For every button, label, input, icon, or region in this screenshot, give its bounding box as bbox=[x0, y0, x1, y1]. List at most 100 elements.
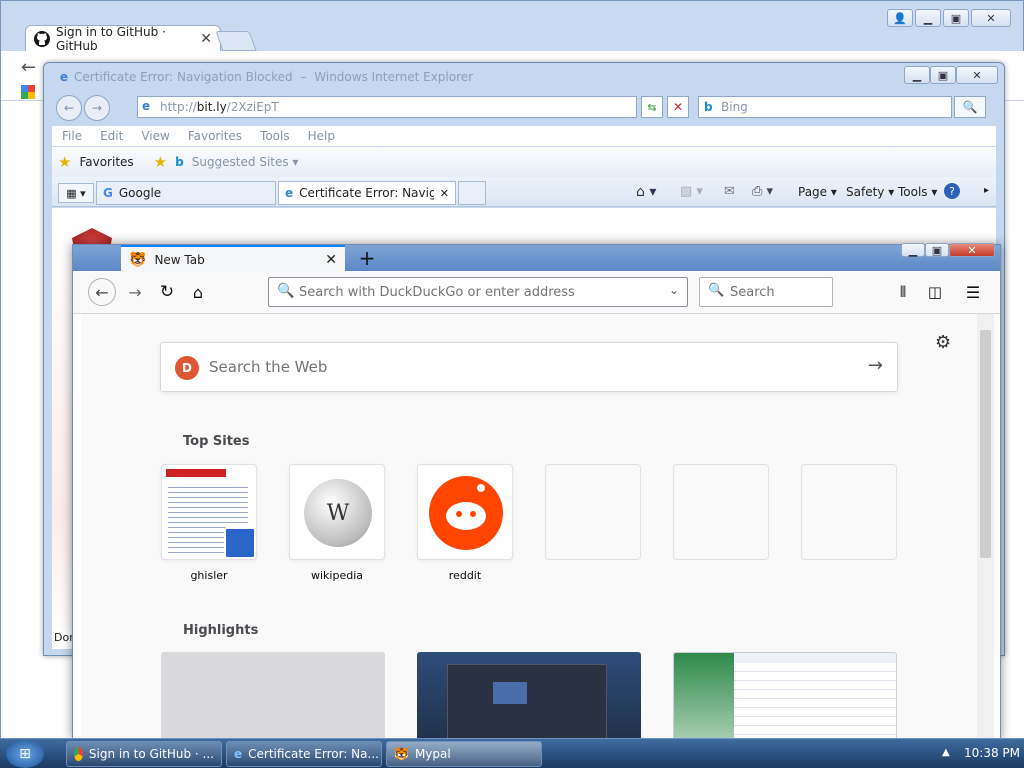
chrome-minimize-button[interactable]: ▁ bbox=[915, 9, 941, 27]
feeds-icon[interactable]: ▧ ▾ bbox=[680, 184, 703, 199]
ie-page-icon: e bbox=[142, 99, 151, 113]
sidebar-icon[interactable]: ◫ bbox=[923, 280, 947, 304]
menu-file[interactable]: File bbox=[62, 129, 82, 143]
top-site-ghisler[interactable] bbox=[161, 464, 257, 560]
ie-title: Certificate Error: Navigation Blocked bbox=[74, 70, 293, 84]
google-icon: G bbox=[103, 186, 113, 200]
chrome-tab-label: Sign in to GitHub · GitHub bbox=[56, 25, 166, 53]
apps-icon[interactable] bbox=[21, 85, 35, 99]
top-site-empty-3 bbox=[801, 464, 897, 560]
ie-search-box[interactable]: b Bing bbox=[698, 96, 952, 118]
reddit-icon bbox=[429, 476, 503, 550]
home-icon[interactable]: ⌂ ▾ bbox=[636, 184, 656, 200]
top-sites-heading: Top Sites bbox=[183, 434, 250, 449]
taskbar-item-mypal-label: Mypal bbox=[414, 747, 451, 761]
menu-edit[interactable]: Edit bbox=[100, 129, 123, 143]
start-button[interactable]: ⊞ bbox=[6, 740, 44, 768]
search-go-arrow-icon[interactable]: → bbox=[868, 355, 883, 376]
user-icon[interactable]: 👤 bbox=[887, 9, 913, 27]
ff-reload-button[interactable]: ↻ bbox=[153, 278, 181, 306]
chrome-back-icon[interactable]: ← bbox=[21, 57, 36, 78]
ie-close-button[interactable]: ✕ bbox=[956, 66, 998, 84]
chrome-maximize-button[interactable]: ▣ bbox=[943, 9, 969, 27]
ff-url-bar[interactable]: 🔍 Search with DuckDuckGo or enter addres… bbox=[268, 277, 688, 307]
menu-tools[interactable]: Tools bbox=[260, 129, 290, 143]
highlight-card-3[interactable] bbox=[673, 652, 897, 752]
menu-view[interactable]: View bbox=[141, 129, 169, 143]
chrome-tab-close-icon[interactable]: ✕ bbox=[200, 31, 212, 47]
top-site-reddit[interactable] bbox=[417, 464, 513, 560]
ie-refresh-icon[interactable]: ⇆ bbox=[641, 96, 663, 118]
page-menu[interactable]: Page ▾ bbox=[798, 185, 837, 199]
ie-address-main: bit.ly bbox=[196, 100, 227, 114]
ie-title-bar: Certificate Error: Navigation Blocked – … bbox=[74, 70, 474, 84]
safety-menu[interactable]: Safety ▾ bbox=[846, 185, 894, 199]
top-site-wikipedia[interactable]: W bbox=[289, 464, 385, 560]
menu-favorites[interactable]: Favorites bbox=[188, 129, 242, 143]
ff-back-button[interactable]: ← bbox=[88, 278, 116, 306]
ff-new-tab-button[interactable]: + bbox=[353, 245, 381, 271]
ie-back-button[interactable]: ← bbox=[56, 95, 82, 121]
chrome-new-tab-button[interactable] bbox=[215, 31, 257, 51]
ie-maximize-button[interactable]: ▣ bbox=[930, 66, 956, 84]
ie-menu-bar: File Edit View Favorites Tools Help bbox=[52, 126, 996, 146]
ff-url-placeholder: Search with DuckDuckGo or enter address bbox=[299, 284, 575, 300]
ff-search-placeholder: Search bbox=[730, 284, 775, 300]
url-dropdown-icon[interactable]: ⌄ bbox=[669, 283, 679, 297]
add-favorite-icon[interactable]: ★ bbox=[154, 153, 167, 171]
tools-menu[interactable]: Tools ▾ bbox=[898, 185, 937, 199]
ff-search-box[interactable]: 🔍 Search bbox=[699, 277, 833, 307]
ie-stop-icon[interactable]: ✕ bbox=[667, 96, 689, 118]
chrome-tab-github[interactable]: Sign in to GitHub · GitHub ✕ bbox=[25, 25, 221, 53]
ff-scrollbar[interactable] bbox=[977, 314, 994, 741]
bing-icon: b bbox=[704, 100, 713, 114]
top-site-reddit-label: reddit bbox=[448, 569, 482, 582]
ie-search-button[interactable]: 🔍 bbox=[954, 96, 986, 118]
ie-logo-icon: e bbox=[59, 70, 69, 84]
web-search-placeholder: Search the Web bbox=[209, 358, 328, 376]
ff-scroll-thumb[interactable] bbox=[980, 330, 991, 558]
chrome-close-button[interactable]: ✕ bbox=[971, 9, 1011, 27]
taskbar-item-mypal[interactable]: 🐯 Mypal bbox=[386, 741, 542, 767]
taskbar-item-github[interactable]: Sign in to GitHub · ... bbox=[66, 741, 222, 767]
chevron-right-icon[interactable]: ▸ bbox=[984, 185, 989, 196]
gear-icon[interactable]: ⚙ bbox=[935, 332, 951, 353]
ie-forward-button[interactable]: → bbox=[84, 95, 110, 121]
web-search-box[interactable]: D Search the Web → bbox=[160, 342, 898, 392]
suggested-sites-link[interactable]: Suggested Sites ▾ bbox=[192, 155, 299, 169]
taskbar-item-ie[interactable]: e Certificate Error: Na... bbox=[226, 741, 382, 767]
firefox-tab-new-tab[interactable]: 🐯 New Tab ✕ bbox=[121, 245, 345, 272]
ff-close-button[interactable]: ✕ bbox=[949, 243, 995, 257]
print-icon[interactable]: ⎙ ▾ bbox=[752, 184, 773, 199]
ie-tab-icon: e bbox=[285, 186, 294, 200]
ff-forward-button[interactable]: → bbox=[121, 278, 149, 306]
ie-search-placeholder: Bing bbox=[721, 100, 748, 114]
tray-expand-icon[interactable]: ▲ bbox=[942, 747, 950, 758]
ie-tab-cert-error[interactable]: e Certificate Error: Navigat... ✕ bbox=[278, 181, 456, 205]
ie-new-tab-button[interactable] bbox=[458, 181, 486, 205]
favorites-button[interactable]: Favorites bbox=[79, 155, 133, 169]
ie-tab-close-icon[interactable]: ✕ bbox=[440, 187, 449, 200]
library-icon[interactable]: ⫴ bbox=[891, 280, 915, 304]
ie-tab-google[interactable]: G Google bbox=[96, 181, 276, 205]
menu-help[interactable]: Help bbox=[308, 129, 335, 143]
ie-taskbar-icon: e bbox=[234, 747, 243, 761]
ff-home-button[interactable]: ⌂ bbox=[184, 278, 212, 306]
clock[interactable]: 10:38 PM bbox=[964, 746, 1020, 760]
quick-tabs-icon[interactable]: ▦ ▾ bbox=[58, 183, 94, 203]
menu-icon[interactable]: ☰ bbox=[961, 280, 985, 304]
help-icon[interactable]: ? bbox=[944, 183, 960, 199]
highlight-card-1[interactable] bbox=[161, 652, 385, 752]
ff-minimize-button[interactable]: ▁ bbox=[901, 243, 925, 257]
mail-icon[interactable]: ✉ bbox=[724, 184, 735, 199]
ff-tab-close-icon[interactable]: ✕ bbox=[325, 252, 337, 268]
ie-address-suffix: /2XziEpT bbox=[226, 100, 279, 114]
highlight-card-2[interactable] bbox=[417, 652, 641, 752]
ie-tab-google-label: Google bbox=[118, 186, 162, 200]
ie-tab-cert-label: Certificate Error: Navigat... bbox=[299, 186, 434, 200]
ff-maximize-button[interactable]: ▣ bbox=[925, 243, 949, 257]
highlights-heading: Highlights bbox=[183, 623, 259, 638]
ie-address-bar[interactable]: e http:// bit.ly /2XziEpT bbox=[137, 96, 637, 118]
taskbar-item-ie-label: Certificate Error: Na... bbox=[248, 747, 379, 761]
ie-minimize-button[interactable]: ▁ bbox=[904, 66, 930, 84]
